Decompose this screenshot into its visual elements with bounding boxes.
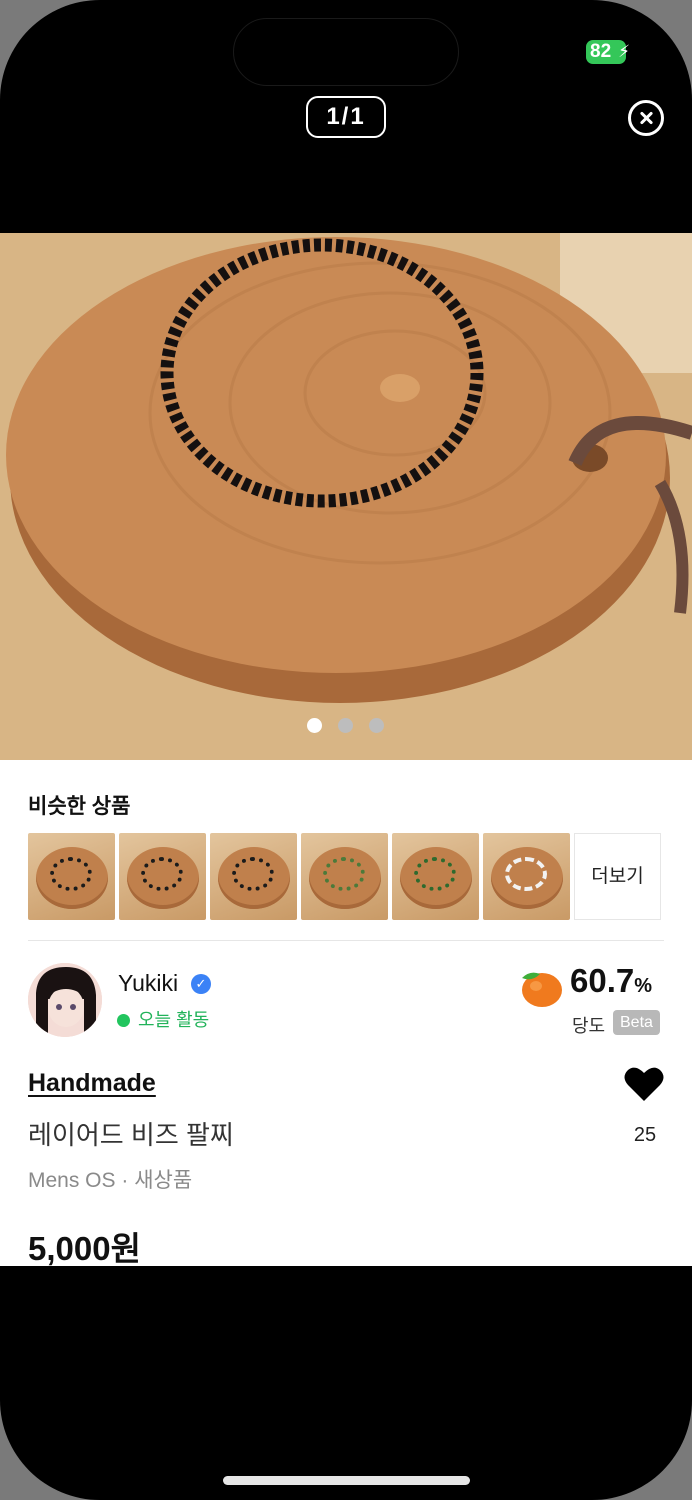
similar-product-thumb[interactable]: [392, 833, 479, 920]
phone-screen: 82 ⚡ 1/1 비슷한 상품 더보기 Yukiki ✓ 오늘 활동 60.7%…: [0, 0, 692, 1500]
seller-name[interactable]: Yukiki: [118, 970, 178, 997]
avatar-illustration: [28, 963, 102, 1037]
close-viewer-button[interactable]: [628, 100, 664, 136]
home-indicator[interactable]: [223, 1476, 470, 1485]
product-photo-illustration: [0, 233, 692, 760]
similar-product-thumb[interactable]: [483, 833, 570, 920]
seller-score-label: 당도: [572, 1016, 606, 1036]
product-title: 레이어드 비즈 팔찌: [28, 1120, 234, 1150]
beta-badge: Beta: [613, 1010, 660, 1035]
product-photo[interactable]: [0, 233, 692, 760]
seller-activity-status: 오늘 활동: [117, 1006, 209, 1032]
carousel-dots: [307, 718, 384, 733]
dynamic-island: [233, 18, 459, 86]
similar-product-thumb[interactable]: [210, 833, 297, 920]
carousel-dot[interactable]: [369, 718, 384, 733]
peach-icon: [522, 972, 562, 1007]
like-count: 25: [633, 1124, 657, 1146]
online-dot-icon: [117, 1014, 130, 1027]
charging-bolt-icon: ⚡: [618, 42, 630, 61]
seller-score: 60.7%: [570, 962, 653, 999]
carousel-dot[interactable]: [338, 718, 353, 733]
similar-products-title: 비슷한 상품: [28, 795, 131, 818]
product-category-link[interactable]: Handmade: [28, 1069, 156, 1098]
carousel-dot[interactable]: [307, 718, 322, 733]
battery-indicator: 82 ⚡: [586, 40, 630, 64]
similar-products-list: 더보기: [28, 833, 661, 920]
product-price: 5,000원: [28, 1230, 141, 1267]
battery-level: 82: [590, 41, 612, 62]
heart-icon[interactable]: [624, 1066, 664, 1102]
image-counter: 1/1: [306, 96, 386, 138]
similar-product-thumb[interactable]: [301, 833, 388, 920]
verified-badge-icon: ✓: [191, 974, 211, 994]
section-divider: [28, 940, 664, 941]
similar-product-thumb[interactable]: [119, 833, 206, 920]
see-more-button[interactable]: 더보기: [574, 833, 661, 920]
product-meta: Mens OS · 새상품: [28, 1169, 193, 1192]
similar-product-thumb[interactable]: [28, 833, 115, 920]
product-detail-sheet: 비슷한 상품 더보기 Yukiki ✓ 오늘 활동 60.7% 당도 Beta …: [0, 760, 692, 1267]
seller-avatar[interactable]: [28, 963, 102, 1037]
